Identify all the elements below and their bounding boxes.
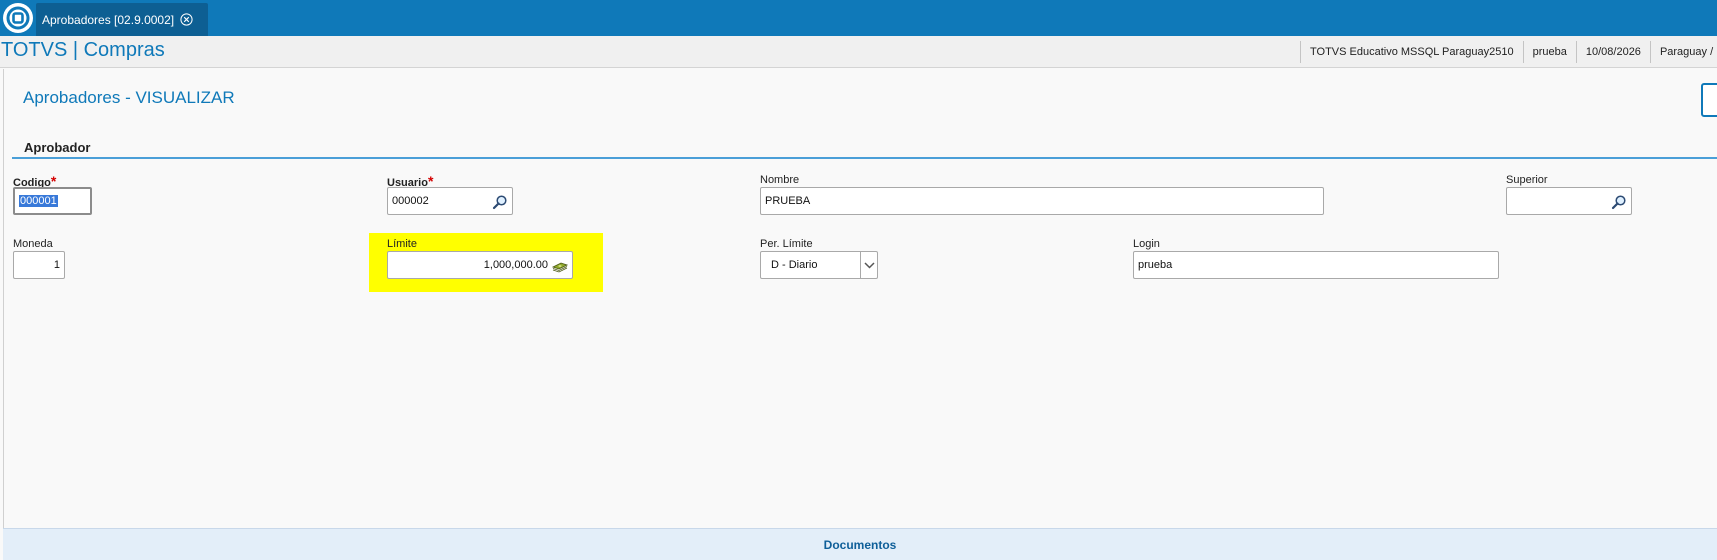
app-title: TOTVS | Compras	[1, 39, 165, 61]
superior-field[interactable]	[1506, 187, 1632, 215]
app-header: TOTVS | Compras TOTVS Educativo MSSQL Pa…	[0, 36, 1717, 68]
action-button[interactable]	[1701, 83, 1717, 117]
nombre-field[interactable]: PRUEBA	[760, 187, 1324, 215]
status-user: prueba	[1522, 41, 1576, 63]
status-date: 10/08/2026	[1575, 41, 1650, 63]
per-limite-value: D - Diario	[771, 259, 818, 271]
tab-label: Aprobadores [02.9.0002]	[42, 12, 175, 27]
documentos-label: Documentos	[823, 537, 897, 552]
moneda-value: 1	[53, 259, 60, 271]
search-icon[interactable]	[492, 194, 508, 210]
status-branch: Paraguay /	[1649, 41, 1717, 63]
login-value: prueba	[1138, 259, 1173, 271]
page-title: Aprobadores - VISUALIZAR	[23, 88, 235, 107]
status-environment: TOTVS Educativo MSSQL Paraguay2510	[1300, 41, 1523, 63]
login-field[interactable]: prueba	[1133, 251, 1499, 279]
login-label: Login	[1133, 238, 1160, 250]
moneda-label: Moneda	[13, 238, 53, 250]
nombre-label: Nombre	[760, 174, 800, 186]
per-limite-label: Per. Límite	[760, 238, 813, 250]
superior-label: Superior	[1506, 174, 1548, 186]
per-limite-select[interactable]: D - Diario	[760, 251, 878, 279]
top-bar: Aprobadores [02.9.0002]	[0, 0, 1717, 36]
moneda-field[interactable]: 1	[13, 251, 65, 279]
codigo-value: 000001	[19, 195, 58, 207]
section-divider	[12, 157, 1717, 159]
nombre-value: PRUEBA	[765, 195, 811, 207]
totvs-logo-icon[interactable]	[3, 3, 33, 33]
chevron-down-icon[interactable]	[860, 252, 877, 278]
close-icon[interactable]	[180, 13, 193, 26]
tab-aprobadores[interactable]: Aprobadores [02.9.0002]	[36, 3, 208, 36]
codigo-field[interactable]: 000001	[13, 187, 92, 215]
usuario-field[interactable]: 000002	[387, 187, 513, 215]
usuario-value: 000002	[392, 195, 429, 207]
status-bar: TOTVS Educativo MSSQL Paraguay2510 prueb…	[1300, 36, 1717, 68]
limite-value: 1,000,000.00	[483, 259, 548, 271]
money-icon[interactable]	[551, 258, 569, 274]
limite-field[interactable]: 1,000,000.00	[387, 251, 573, 279]
documentos-bar[interactable]: Documentos	[3, 528, 1717, 560]
limite-label: Límite	[387, 238, 417, 250]
main-panel: Aprobadores - VISUALIZAR Aprobador Codig…	[3, 69, 1717, 560]
search-icon[interactable]	[1611, 194, 1627, 210]
section-title: Aprobador	[24, 140, 91, 155]
